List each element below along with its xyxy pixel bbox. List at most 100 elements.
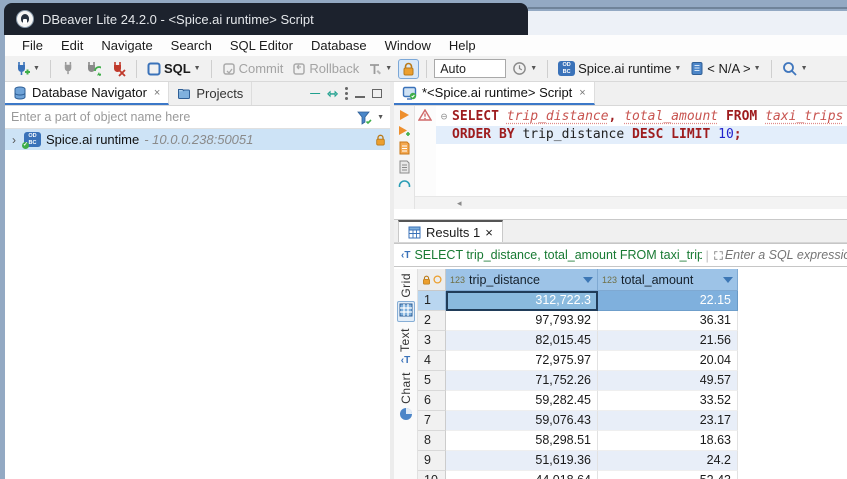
table-row[interactable]: 659,282.4533.52: [418, 391, 847, 411]
cell-trip-distance[interactable]: 58,298.51: [446, 431, 598, 451]
row-number[interactable]: 6: [418, 391, 446, 411]
fold-collapse-icon[interactable]: ⊖: [436, 108, 452, 126]
cell-trip-distance[interactable]: 97,793.92: [446, 311, 598, 331]
database-selector[interactable]: < N/A > ▼: [687, 59, 763, 78]
view-menu-icon[interactable]: [345, 87, 348, 100]
chevron-down-icon[interactable]: ▼: [377, 114, 384, 121]
table-row[interactable]: 571,752.2649.57: [418, 371, 847, 391]
execute-statement-icon[interactable]: [398, 109, 410, 121]
table-row[interactable]: 297,793.9236.31: [418, 311, 847, 331]
collapse-all-icon[interactable]: —: [310, 89, 320, 99]
table-row[interactable]: 759,076.4323.17: [418, 411, 847, 431]
cell-trip-distance[interactable]: 59,076.43: [446, 411, 598, 431]
connection-tree-item[interactable]: › OD BC ✓ Spice.ai runtime - 10.0.0.238:…: [5, 129, 390, 150]
menu-database[interactable]: Database: [302, 36, 376, 55]
connect-button[interactable]: [58, 59, 79, 78]
menu-window[interactable]: Window: [376, 36, 440, 55]
sort-filter-icon[interactable]: [723, 277, 733, 283]
cell-total-amount[interactable]: 49.57: [598, 371, 738, 391]
cell-trip-distance[interactable]: 51,619.36: [446, 451, 598, 471]
menu-navigate[interactable]: Navigate: [92, 36, 161, 55]
cell-trip-distance[interactable]: 71,752.26: [446, 371, 598, 391]
cell-total-amount[interactable]: 33.52: [598, 391, 738, 411]
chevron-down-icon[interactable]: ▼: [801, 65, 808, 72]
execute-script-icon[interactable]: [398, 141, 411, 156]
cell-total-amount[interactable]: 36.31: [598, 311, 738, 331]
connection-selector[interactable]: OD BC Spice.ai runtime ▼: [555, 59, 684, 78]
cell-total-amount[interactable]: 23.17: [598, 411, 738, 431]
row-number[interactable]: 9: [418, 451, 446, 471]
cell-total-amount[interactable]: 24.2: [598, 451, 738, 471]
transaction-log-button[interactable]: ▼: [509, 59, 540, 78]
scroll-left-icon[interactable]: ◂: [457, 198, 462, 208]
filter-funnel-icon[interactable]: [357, 110, 373, 125]
expand-chevron-icon[interactable]: ›: [9, 133, 19, 147]
more-tools-icon[interactable]: [398, 179, 411, 187]
cell-total-amount[interactable]: 20.04: [598, 351, 738, 371]
expand-icon[interactable]: [712, 249, 725, 262]
row-number[interactable]: 10: [418, 471, 446, 479]
tab-text[interactable]: Text ‹T: [397, 328, 414, 366]
tab-sql-script[interactable]: *<Spice.ai runtime> Script ×: [394, 82, 595, 105]
sort-filter-icon[interactable]: [583, 277, 593, 283]
table-row[interactable]: 951,619.3624.2: [418, 451, 847, 471]
explain-plan-icon[interactable]: [398, 160, 411, 175]
menu-file[interactable]: File: [13, 36, 52, 55]
chevron-down-icon[interactable]: ▼: [33, 65, 40, 72]
row-number[interactable]: 2: [418, 311, 446, 331]
cell-total-amount[interactable]: 21.56: [598, 331, 738, 351]
row-number[interactable]: 1: [418, 291, 446, 311]
column-header-total-amount[interactable]: 123 total_amount: [598, 269, 738, 291]
transaction-mode-button[interactable]: ▼: [365, 60, 395, 78]
cell-trip-distance[interactable]: 44,018.64: [446, 471, 598, 479]
code-line[interactable]: ORDER BY trip_distance DESC LIMIT 10;: [436, 126, 847, 144]
minimize-view-icon[interactable]: [355, 90, 365, 98]
row-number[interactable]: 3: [418, 331, 446, 351]
code-area[interactable]: ⊖SELECT trip_distance, total_amount FROM…: [436, 108, 847, 144]
cell-total-amount[interactable]: 18.63: [598, 431, 738, 451]
chevron-down-icon[interactable]: ▼: [754, 65, 761, 72]
cell-trip-distance[interactable]: 59,282.45: [446, 391, 598, 411]
row-number[interactable]: 5: [418, 371, 446, 391]
chevron-down-icon[interactable]: ▼: [194, 65, 201, 72]
row-number[interactable]: 4: [418, 351, 446, 371]
code-line[interactable]: ⊖SELECT trip_distance, total_amount FROM…: [436, 108, 847, 126]
row-number[interactable]: 8: [418, 431, 446, 451]
autocommit-lock-toggle[interactable]: [398, 59, 419, 79]
table-row[interactable]: 382,015.4521.56: [418, 331, 847, 351]
rollback-button[interactable]: Rollback: [289, 59, 362, 78]
table-row[interactable]: 472,975.9720.04: [418, 351, 847, 371]
reconnect-button[interactable]: [82, 59, 104, 79]
maximize-view-icon[interactable]: [372, 89, 382, 98]
cell-trip-distance[interactable]: 312,722.3: [446, 291, 598, 311]
new-connection-button[interactable]: ▼: [11, 59, 43, 79]
table-row[interactable]: 858,298.5118.63: [418, 431, 847, 451]
cell-total-amount[interactable]: 52.43: [598, 471, 738, 479]
object-filter-input[interactable]: [11, 110, 357, 124]
autocommit-mode-combo[interactable]: Auto: [434, 59, 506, 78]
chevron-down-icon[interactable]: ▼: [530, 65, 537, 72]
column-header-trip-distance[interactable]: 123 trip_distance: [446, 269, 598, 291]
chevron-down-icon[interactable]: ▼: [385, 65, 392, 72]
menu-edit[interactable]: Edit: [52, 36, 92, 55]
menu-search[interactable]: Search: [162, 36, 221, 55]
close-icon[interactable]: ×: [485, 225, 493, 240]
cell-trip-distance[interactable]: 72,975.97: [446, 351, 598, 371]
close-icon[interactable]: ×: [577, 87, 585, 99]
menu-help[interactable]: Help: [440, 36, 485, 55]
disconnect-button[interactable]: [107, 59, 129, 79]
search-button[interactable]: ▼: [779, 59, 811, 79]
new-sql-editor-button[interactable]: SQL ▼: [144, 59, 204, 78]
execute-new-tab-icon[interactable]: [398, 125, 411, 137]
sql-editor[interactable]: ⊖SELECT trip_distance, total_amount FROM…: [394, 106, 847, 196]
menu-sql-editor[interactable]: SQL Editor: [221, 36, 302, 55]
tab-database-navigator[interactable]: Database Navigator ×: [5, 82, 169, 105]
link-with-editor-icon[interactable]: ⇿: [327, 87, 338, 100]
tab-chart[interactable]: Chart: [399, 372, 413, 424]
chevron-down-icon[interactable]: ▼: [674, 65, 681, 72]
tab-projects[interactable]: Projects: [169, 82, 252, 105]
close-icon[interactable]: ×: [152, 87, 160, 99]
commit-button[interactable]: Commit: [219, 59, 287, 78]
tab-grid[interactable]: Grid: [397, 273, 415, 322]
table-row[interactable]: 1044,018.6452.43: [418, 471, 847, 479]
